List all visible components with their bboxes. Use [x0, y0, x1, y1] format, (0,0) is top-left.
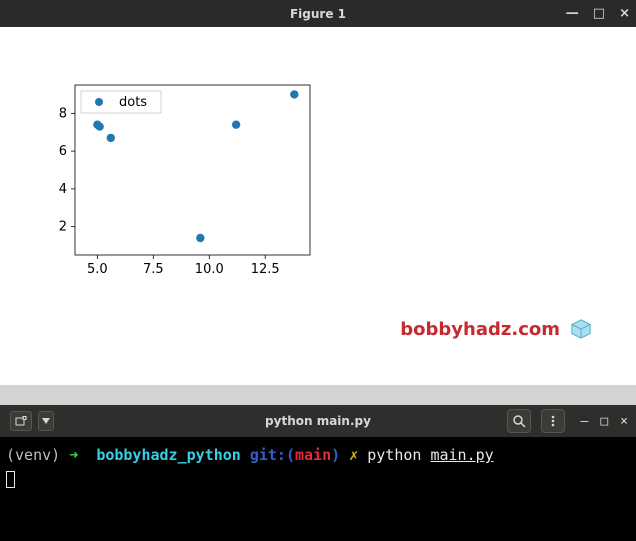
figure-title: Figure 1 [0, 7, 636, 21]
prompt-git-label: git:( [250, 446, 295, 464]
x-ticks: 5.0 7.5 10.0 12.5 [87, 255, 280, 277]
divider-strip [0, 385, 636, 405]
y-ticks: 2 4 6 8 [59, 106, 75, 234]
scatter-plot: 5.0 7.5 10.0 12.5 2 4 6 8 dots [55, 80, 315, 275]
search-button[interactable] [507, 409, 531, 433]
figure-window: Figure 1 — □ × 5.07.510.012.5 2468 dots … [0, 0, 636, 385]
data-point [107, 134, 115, 142]
prompt-dirty-icon: ✗ [349, 446, 358, 464]
legend: dots [81, 91, 161, 113]
figure-titlebar: Figure 1 — □ × [0, 0, 636, 27]
terminal-body[interactable]: (venv) ➜ bobbyhadz_python git:(main) ✗ p… [0, 437, 636, 497]
prompt-git-close: ) [331, 446, 340, 464]
plot-svg: 5.0 7.5 10.0 12.5 2 4 6 8 dots [55, 80, 315, 275]
data-point [290, 90, 298, 98]
cmd-binary: python [367, 446, 421, 464]
prompt-arrow: ➜ [69, 446, 78, 464]
cmd-arg: main.py [430, 446, 493, 464]
terminal-close-icon[interactable]: × [620, 414, 628, 429]
x-tick-label: 7.5 [143, 262, 164, 277]
data-point [196, 234, 204, 242]
terminal-minimize-icon[interactable]: — [581, 414, 589, 429]
y-tick-label: 8 [59, 106, 67, 121]
x-tick-label: 12.5 [251, 262, 280, 277]
brand-logo-icon [570, 318, 592, 340]
maximize-icon[interactable]: □ [593, 7, 605, 20]
terminal-right-controls: — □ × [507, 405, 628, 437]
data-point [95, 122, 103, 130]
terminal-maximize-icon[interactable]: □ [600, 414, 608, 429]
data-point [232, 120, 240, 128]
terminal-window-controls: — □ × [581, 414, 628, 429]
prompt-env: (venv) [6, 446, 60, 464]
prompt-branch: main [295, 446, 331, 464]
legend-marker-icon [95, 98, 103, 106]
x-tick-label: 5.0 [87, 262, 108, 277]
x-tick-label: 10.0 [195, 262, 224, 277]
y-tick-label: 4 [59, 182, 67, 197]
minimize-icon[interactable]: — [566, 7, 579, 20]
cursor [6, 471, 15, 488]
y-tick-label: 2 [59, 220, 67, 235]
terminal-titlebar: python main.py — □ × [0, 405, 636, 437]
close-icon[interactable]: × [619, 7, 630, 20]
window-controls: — □ × [566, 0, 630, 27]
terminal-window: python main.py — □ × (venv) ➜ bobbyhadz_… [0, 405, 636, 541]
prompt-dir: bobbyhadz_python [96, 446, 241, 464]
y-tick-label: 6 [59, 144, 67, 159]
menu-button[interactable] [541, 409, 565, 433]
legend-label: dots [119, 95, 147, 110]
brand: bobbyhadz.com [400, 318, 592, 340]
brand-text: bobbyhadz.com [400, 319, 560, 340]
